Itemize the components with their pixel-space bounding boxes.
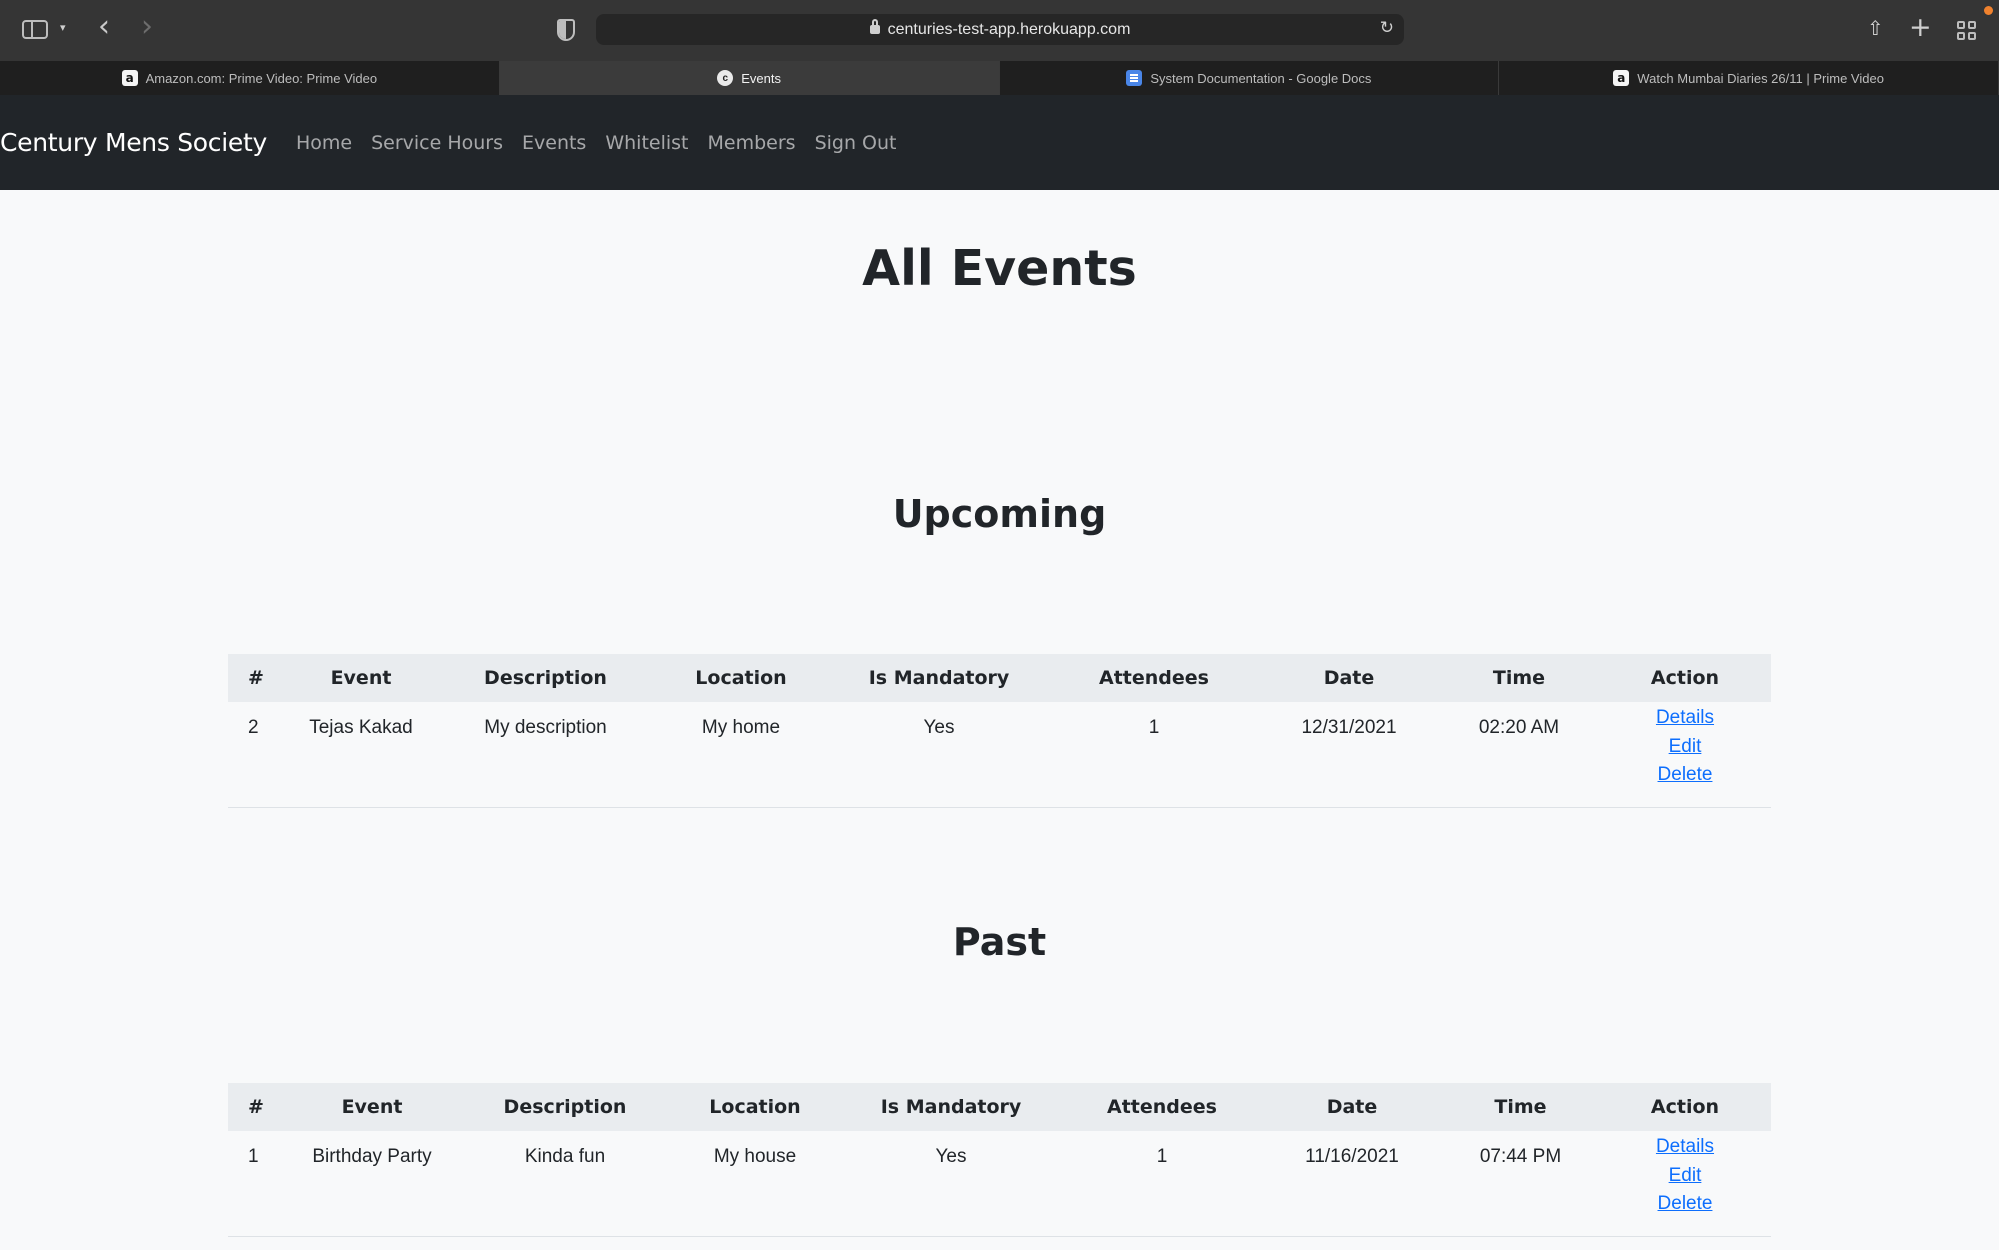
table-row: 1 Birthday Party Kinda fun My house Yes … <box>228 1131 1771 1237</box>
back-arrow-icon[interactable]: ‹ <box>98 12 110 42</box>
column-header-location: Location <box>653 654 829 702</box>
cell-date: 12/31/2021 <box>1259 702 1439 808</box>
cell-actions: Details Edit Delete <box>1599 702 1771 808</box>
table-row: 2 Tejas Kakad My description My home Yes… <box>228 702 1771 808</box>
cell-attendees: 1 <box>1062 1131 1262 1237</box>
column-header-is-mandatory: Is Mandatory <box>829 654 1049 702</box>
details-link[interactable]: Details <box>1599 1133 1771 1162</box>
column-header-date: Date <box>1259 654 1439 702</box>
nav-members[interactable]: Members <box>708 132 796 154</box>
table-header-row: # Event Description Location Is Mandator… <box>228 654 1771 702</box>
cell-is-mandatory: Yes <box>840 1131 1062 1237</box>
share-icon[interactable]: ⇧ <box>1867 16 1884 40</box>
tab-amazon-prime[interactable]: a Amazon.com: Prime Video: Prime Video <box>0 61 500 95</box>
forward-arrow-icon[interactable]: › <box>141 12 153 42</box>
page-title: All Events <box>862 240 1137 297</box>
tab-strip: a Amazon.com: Prime Video: Prime Video c… <box>0 61 1999 95</box>
cell-location: My home <box>653 702 829 808</box>
column-header-time: Time <box>1439 654 1599 702</box>
site-c-icon: c <box>717 70 734 86</box>
tab-label: Watch Mumbai Diaries 26/11 | Prime Video <box>1637 70 1884 86</box>
column-header-description: Description <box>438 654 653 702</box>
column-header-description: Description <box>460 1083 670 1131</box>
cell-number: 1 <box>228 1131 284 1237</box>
tab-label: Events <box>741 70 781 86</box>
cell-number: 2 <box>228 702 284 808</box>
past-events-table: # Event Description Location Is Mandator… <box>228 1083 1771 1237</box>
brand-link[interactable]: Century Mens Society <box>0 128 267 157</box>
column-header-time: Time <box>1442 1083 1599 1131</box>
tab-overview-icon[interactable] <box>1957 21 1976 40</box>
address-bar[interactable]: centuries-test-app.herokuapp.com ↻ <box>596 14 1404 45</box>
upcoming-events-table: # Event Description Location Is Mandator… <box>228 654 1771 808</box>
amazon-icon: a <box>121 70 138 86</box>
cell-event: Tejas Kakad <box>284 702 438 808</box>
column-header-number: # <box>228 1083 284 1131</box>
column-header-attendees: Attendees <box>1049 654 1259 702</box>
column-header-event: Event <box>284 654 438 702</box>
reload-icon[interactable]: ↻ <box>1380 18 1394 38</box>
edit-link[interactable]: Edit <box>1599 733 1771 762</box>
tab-label: Amazon.com: Prime Video: Prime Video <box>145 70 378 86</box>
upcoming-heading: Upcoming <box>892 492 1107 536</box>
cell-date: 11/16/2021 <box>1262 1131 1442 1237</box>
column-header-attendees: Attendees <box>1062 1083 1262 1131</box>
privacy-shield-icon[interactable] <box>557 19 575 41</box>
edit-link[interactable]: Edit <box>1599 1162 1771 1191</box>
cell-attendees: 1 <box>1049 702 1259 808</box>
app-navbar: Century Mens Society Home Service Hours … <box>0 95 1999 190</box>
column-header-action: Action <box>1599 654 1771 702</box>
notification-dot <box>1984 6 1993 15</box>
nav-sign-out[interactable]: Sign Out <box>815 132 897 154</box>
column-header-event: Event <box>284 1083 460 1131</box>
table-header-row: # Event Description Location Is Mandator… <box>228 1083 1771 1131</box>
delete-link[interactable]: Delete <box>1599 1190 1771 1219</box>
cell-event: Birthday Party <box>284 1131 460 1237</box>
nav-home[interactable]: Home <box>296 132 352 154</box>
cell-time: 02:20 AM <box>1439 702 1599 808</box>
cell-is-mandatory: Yes <box>829 702 1049 808</box>
lock-icon <box>869 19 880 34</box>
tab-label: System Documentation - Google Docs <box>1150 70 1372 86</box>
nav-events[interactable]: Events <box>522 132 586 154</box>
tab-google-docs[interactable]: System Documentation - Google Docs <box>1000 61 1500 95</box>
cell-description: My description <box>438 702 653 808</box>
cell-location: My house <box>670 1131 840 1237</box>
column-header-number: # <box>228 654 284 702</box>
delete-link[interactable]: Delete <box>1599 761 1771 790</box>
cell-actions: Details Edit Delete <box>1599 1131 1771 1237</box>
tab-mumbai-diaries[interactable]: a Watch Mumbai Diaries 26/11 | Prime Vid… <box>1499 61 1999 95</box>
cell-description: Kinda fun <box>460 1131 670 1237</box>
column-header-date: Date <box>1262 1083 1442 1131</box>
url-text: centuries-test-app.herokuapp.com <box>887 21 1131 38</box>
past-heading: Past <box>952 920 1047 964</box>
cell-time: 07:44 PM <box>1442 1131 1599 1237</box>
amazon-icon: a <box>1613 70 1630 86</box>
chevron-down-icon[interactable]: ▾ <box>60 21 66 34</box>
sidebar-toggle-icon[interactable] <box>22 20 48 39</box>
details-link[interactable]: Details <box>1599 704 1771 733</box>
tab-events[interactable]: c Events <box>499 61 1000 95</box>
google-docs-icon <box>1126 70 1143 86</box>
column-header-is-mandatory: Is Mandatory <box>840 1083 1062 1131</box>
nav-service-hours[interactable]: Service Hours <box>371 132 503 154</box>
nav-whitelist[interactable]: Whitelist <box>605 132 688 154</box>
column-header-location: Location <box>670 1083 840 1131</box>
column-header-action: Action <box>1599 1083 1771 1131</box>
new-tab-icon[interactable]: + <box>1909 12 1932 43</box>
browser-toolbar: ▾ ‹ › centuries-test-app.herokuapp.com ↻… <box>0 0 1999 61</box>
